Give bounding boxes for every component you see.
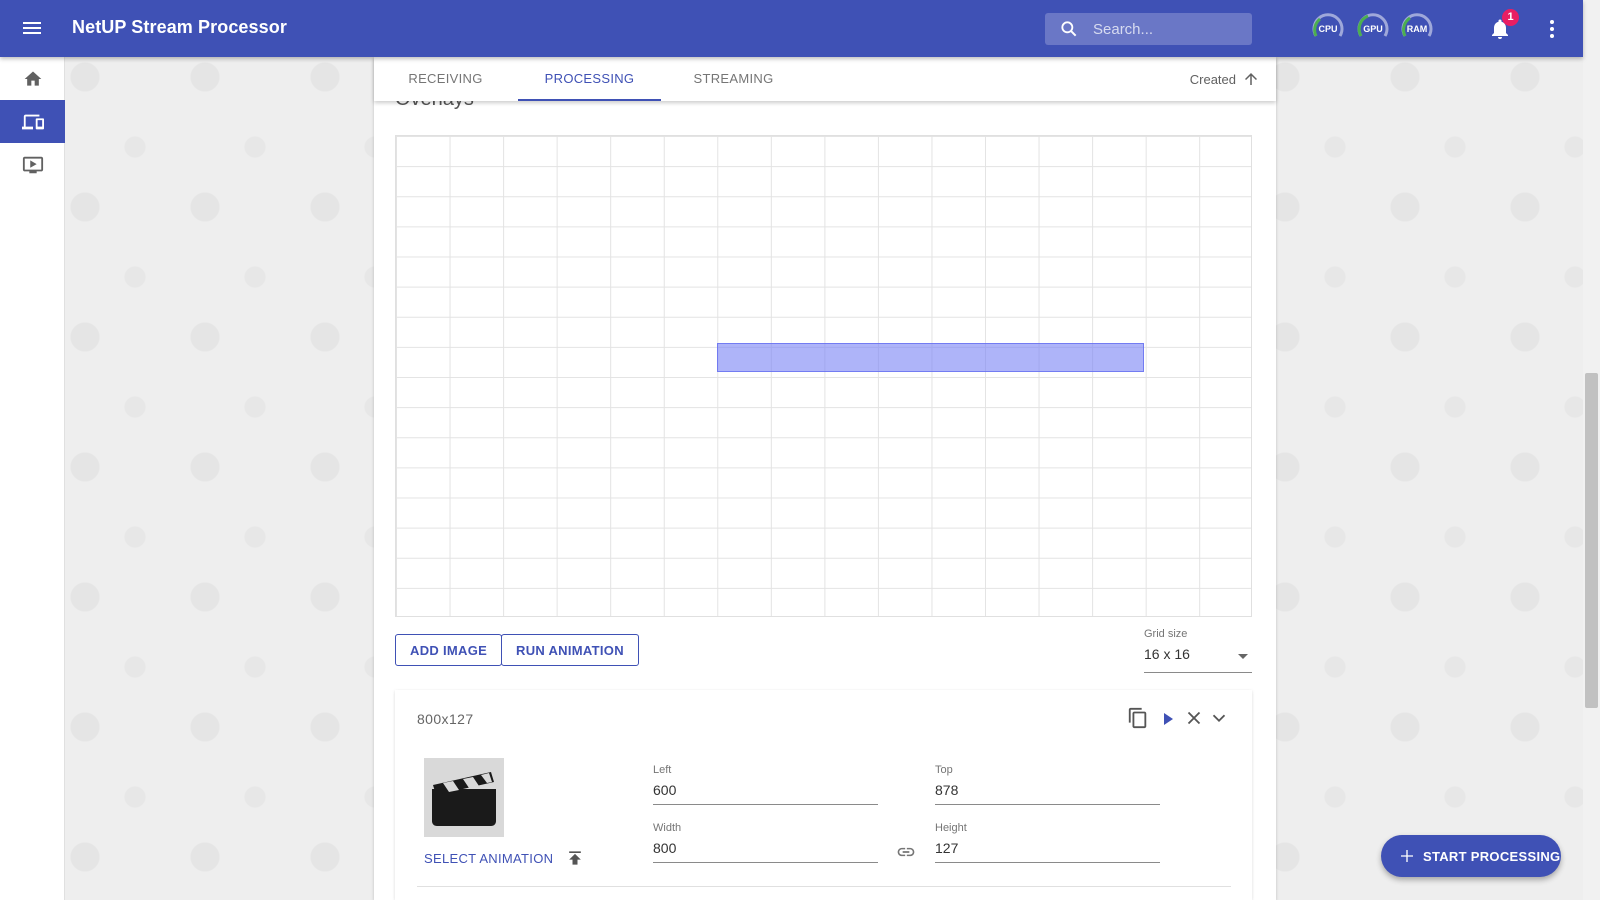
chevron-down-icon[interactable]: [1208, 707, 1232, 731]
copy-icon[interactable]: [1127, 707, 1151, 731]
height-field: Height: [935, 822, 1160, 863]
start-processing-button[interactable]: START PROCESSING: [1381, 835, 1561, 877]
home-icon: [24, 71, 41, 86]
app-title: NetUP Stream Processor: [72, 17, 287, 37]
left-field-label: Left: [653, 764, 672, 776]
plus-icon: [1401, 850, 1413, 862]
tab-processing[interactable]: PROCESSING: [518, 57, 661, 101]
search-input[interactable]: [1093, 20, 1243, 38]
notification-badge: 1: [1502, 9, 1519, 26]
gpu-label: GPU: [1363, 24, 1383, 34]
grid-size-select[interactable]: 16 x 16: [1144, 646, 1252, 673]
clapperboard-icon: [432, 771, 496, 826]
tab-receiving[interactable]: RECEIVING: [374, 57, 517, 101]
scrollbar-thumb[interactable]: [1585, 373, 1598, 708]
close-icon[interactable]: [1183, 707, 1207, 731]
animation-thumbnail[interactable]: [424, 758, 504, 837]
start-processing-label: START PROCESSING: [1423, 848, 1561, 864]
ram-label: RAM: [1406, 24, 1428, 34]
tab-streaming[interactable]: STREAMING: [662, 57, 805, 101]
sidebar-item-player[interactable]: [0, 143, 65, 186]
sidebar: [0, 57, 65, 900]
cpu-label: CPU: [1318, 24, 1338, 34]
height-field-label: Height: [935, 822, 967, 834]
run-animation-button[interactable]: RUN ANIMATION: [501, 634, 639, 666]
width-field: Width: [653, 822, 878, 863]
ondemand-video-icon: [22, 156, 43, 173]
height-input[interactable]: [935, 840, 1160, 863]
tab-bar: RECEIVING PROCESSING STREAMING Created: [374, 57, 1276, 101]
sidebar-item-devices[interactable]: [0, 100, 65, 143]
cpu-gauge[interactable]: CPU: [1311, 12, 1345, 42]
sort-control[interactable]: Created: [1190, 57, 1260, 101]
overlay-rectangle[interactable]: [716, 342, 1145, 372]
select-animation-button[interactable]: SELECT ANIMATION: [424, 851, 553, 866]
tab-indicator: [518, 99, 661, 101]
top-input[interactable]: [935, 782, 1160, 805]
more-vert-icon[interactable]: [1540, 17, 1564, 41]
sort-label: Created: [1189, 71, 1236, 87]
width-field-label: Width: [653, 822, 682, 834]
grid-size-value: 16 x 16: [1144, 646, 1190, 662]
link-icon[interactable]: [896, 842, 916, 862]
left-field: Left: [653, 764, 878, 805]
grid-size-label: Grid size: [1144, 628, 1188, 640]
devices-icon: [21, 114, 44, 129]
sidebar-item-home[interactable]: [0, 57, 65, 100]
menu-icon[interactable]: [20, 16, 44, 40]
play-icon[interactable]: [1156, 707, 1180, 731]
overlay-size-label: 800x127: [417, 711, 474, 727]
search-icon: [1061, 21, 1077, 37]
panel-divider: [417, 886, 1231, 887]
add-image-button[interactable]: ADD IMAGE: [395, 634, 503, 666]
overlay-canvas-grid[interactable]: [395, 135, 1252, 617]
left-input[interactable]: [653, 782, 878, 805]
search-box[interactable]: [1045, 13, 1252, 45]
top-field-label: Top: [935, 764, 953, 776]
app-bar: NetUP Stream Processor CPU GPU RAM 1: [0, 0, 1583, 57]
arrow-up-icon: [1245, 73, 1257, 85]
ram-gauge[interactable]: RAM: [1400, 12, 1434, 42]
width-input[interactable]: [653, 840, 878, 863]
top-field: Top: [935, 764, 1160, 805]
page-scrollbar[interactable]: [1583, 0, 1600, 900]
upload-icon[interactable]: [565, 848, 585, 868]
gpu-gauge[interactable]: GPU: [1356, 12, 1390, 42]
dropdown-caret-icon: [1238, 654, 1248, 659]
